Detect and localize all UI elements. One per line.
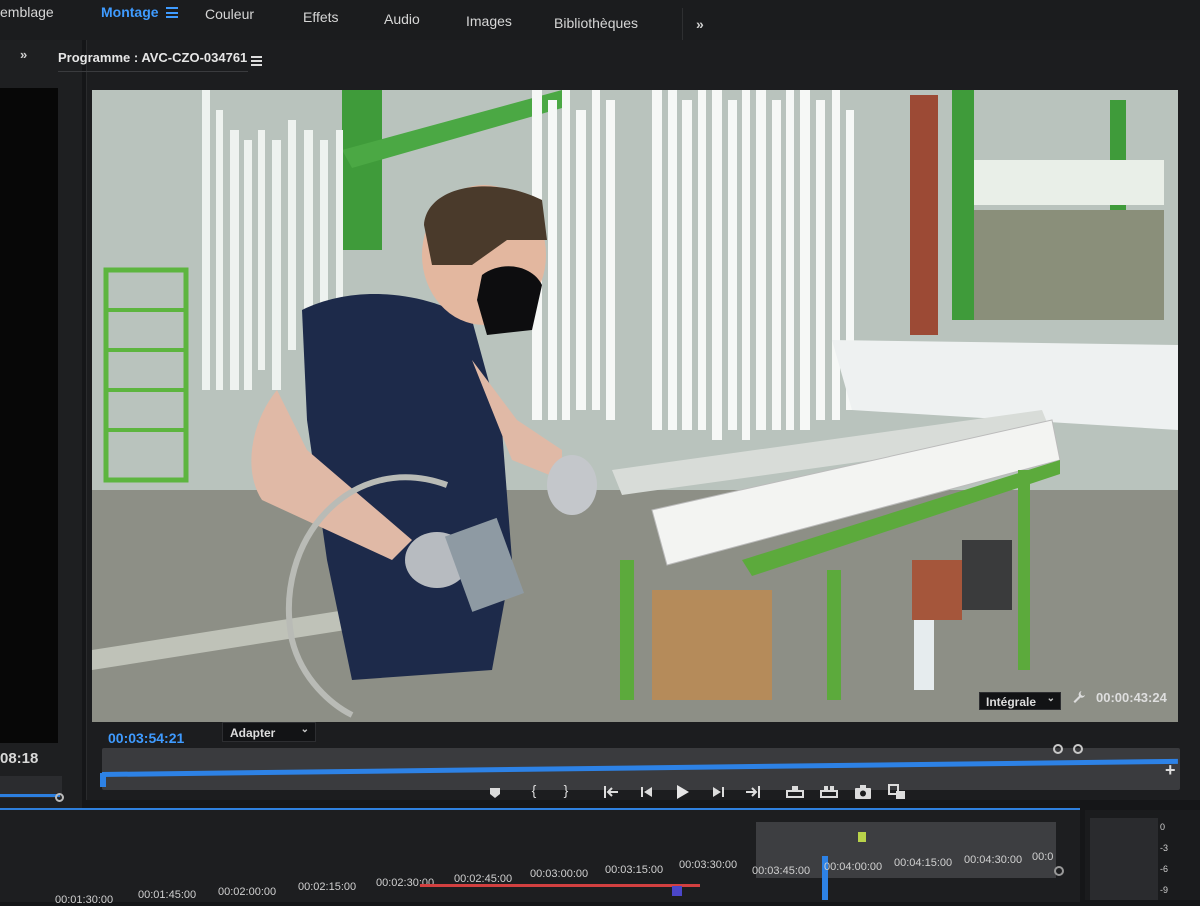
chevron-down-icon: ⌄ (1046, 693, 1055, 704)
ruler-label: 00:01:30:00 (55, 894, 114, 906)
source-monitor-video (0, 88, 58, 743)
step-forward-icon[interactable] (707, 782, 729, 802)
resolution-dropdown-value: Intégrale (986, 695, 1037, 709)
workspace-tab-effets[interactable]: Effets (303, 9, 339, 25)
lift-icon[interactable] (784, 782, 806, 802)
ruler-label: 00:03:00:00 (530, 868, 589, 880)
chevron-down-icon: ⌄ (300, 724, 309, 735)
double-chevron-right-icon[interactable]: » (20, 47, 27, 62)
compare-icon[interactable] (886, 782, 908, 802)
source-zoom-handle[interactable] (55, 793, 64, 802)
ruler-label: 00:03:30:00 (679, 859, 738, 871)
wrench-icon[interactable] (1072, 690, 1086, 704)
meter-label: 0 (1160, 822, 1166, 832)
fit-dropdown-value: Adapter (230, 726, 276, 740)
step-back-icon[interactable] (636, 782, 658, 802)
program-video-frame (92, 90, 1178, 722)
marker-icon[interactable] (484, 782, 506, 802)
play-icon[interactable] (671, 782, 693, 802)
current-timecode[interactable]: 00:03:54:21 (108, 730, 184, 746)
workspace-tab-couleur[interactable]: Couleur (205, 6, 254, 22)
ruler-label: 00:02:15:00 (298, 881, 357, 893)
ruler-label: 00:01:45:00 (138, 889, 197, 901)
source-scrub-bar[interactable] (0, 776, 62, 798)
zoom-handle-left[interactable] (1053, 744, 1063, 754)
camera-icon[interactable] (852, 782, 874, 802)
source-timecode: 08:18 (0, 750, 39, 767)
hamburger-icon[interactable] (251, 56, 262, 66)
workspace-tab-assemblage[interactable]: emblage (0, 4, 54, 20)
ruler-label: 00:0 (1032, 851, 1054, 863)
go-to-in-icon[interactable] (600, 782, 622, 802)
divider (58, 71, 248, 72)
ruler-label: 00:04:30:00 (964, 854, 1023, 866)
zoom-handle-right[interactable] (1073, 744, 1083, 754)
meter-label: -9 (1160, 885, 1169, 895)
ruler-label: 00:03:45:00 (752, 865, 811, 877)
meter-label: -6 (1160, 864, 1169, 874)
workspace-tab-audio[interactable]: Audio (384, 11, 420, 27)
double-chevron-right-icon[interactable]: » (696, 16, 704, 32)
workspace-tab-images[interactable]: Images (466, 13, 512, 29)
mark-out-icon[interactable]: } (555, 782, 577, 802)
program-playhead[interactable] (100, 773, 106, 787)
fit-dropdown[interactable]: Adapter ⌄ (222, 722, 316, 742)
page-title: Programme : AVC-CZO-034761 (58, 50, 248, 65)
zoom-handle[interactable] (1054, 866, 1064, 876)
mark-in-icon[interactable]: { (523, 782, 545, 802)
clip-marker[interactable] (672, 886, 682, 896)
extract-icon[interactable] (818, 782, 840, 802)
ruler-label: 00:04:00:00 (824, 861, 883, 873)
ruler-label: 00:02:00:00 (218, 886, 277, 898)
hamburger-icon[interactable] (166, 7, 178, 18)
duration-timecode: 00:00:43:24 (1096, 690, 1167, 705)
resolution-dropdown[interactable]: Intégrale ⌄ (979, 692, 1061, 710)
ruler-label: 00:03:15:00 (605, 864, 664, 876)
workspace-bar: emblage Montage Couleur Effets Audio Ima… (0, 0, 1200, 48)
ruler-label: 00:04:15:00 (894, 857, 953, 869)
workspace-tab-montage[interactable]: Montage (101, 4, 159, 20)
go-to-out-icon[interactable] (742, 782, 764, 802)
work-area-bar[interactable] (420, 884, 700, 887)
timeline-marker[interactable] (858, 832, 866, 842)
ruler-label: 00:02:30:00 (376, 877, 435, 889)
meter-label: -3 (1160, 843, 1169, 853)
workspace-tab-bibliotheques[interactable]: Bibliothèques (554, 15, 638, 31)
plus-icon[interactable]: + (1165, 760, 1176, 781)
audio-meter (1090, 818, 1158, 900)
